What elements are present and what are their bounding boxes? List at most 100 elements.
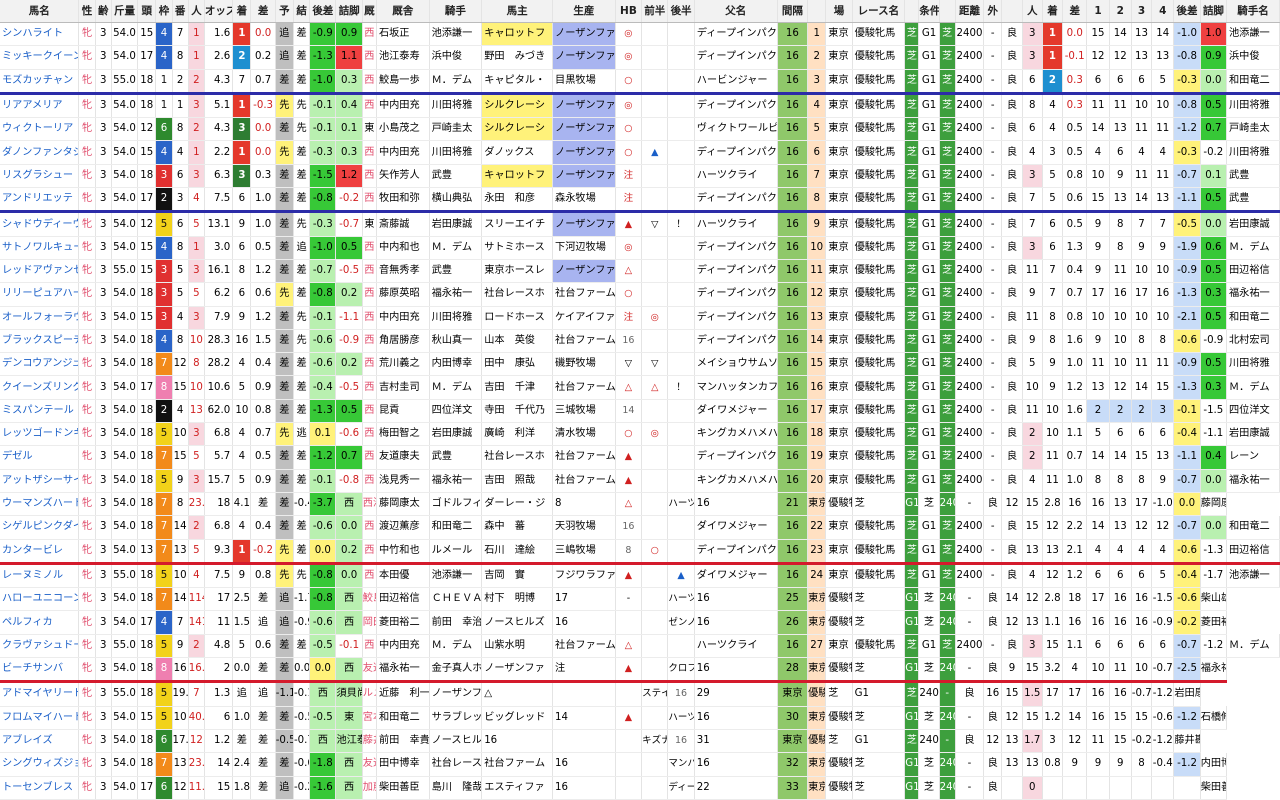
col-header-0[interactable]: 馬名 — [0, 0, 80, 23]
table-row[interactable]: レッツゴードンキ牝 3 54.0 18 5 10 3 6.8 4 0.7 先逃 0.1 -0.6 西梅田智… — [0, 422, 1280, 447]
cell-c43[interactable]: 岩田康誠 — [1226, 422, 1280, 447]
table-row[interactable]: シンハライト牝 3 54.0 15 4 7 1 1.6 1 0.0 追差 -0.9 0.9 西石坂正 池添謙… — [0, 22, 1280, 47]
cell-c43[interactable]: 川田将雅 — [1226, 140, 1280, 165]
col-header-2[interactable]: 齢 — [95, 0, 112, 23]
cell-c0[interactable]: デンコウアンジュ — [0, 352, 80, 377]
cell-c17[interactable]: 横山典弘 — [429, 187, 483, 214]
cell-c43[interactable]: レーン — [1226, 445, 1280, 470]
cell-c0[interactable]: トーセンブレス — [0, 776, 80, 800]
cell-c17[interactable]: 岩田康誠 — [429, 211, 483, 237]
col-header-40[interactable]: 4 — [1151, 0, 1175, 23]
cell-c0[interactable]: アットザシーサイド — [0, 469, 80, 493]
cell-c0[interactable]: シンハライト — [0, 22, 80, 47]
cell-c43[interactable]: 戸崎圭太 — [1226, 117, 1280, 142]
cell-c17[interactable]: 秋山真一 — [429, 329, 483, 354]
col-header-35[interactable]: 着 — [1042, 0, 1064, 23]
cell-c17[interactable]: Ｍ．デム — [429, 69, 483, 95]
cell-c0[interactable]: サトノワルキューレ — [0, 236, 80, 260]
cell-c17[interactable]: 福永祐一 — [429, 469, 483, 493]
cell-c43[interactable]: 北村宏司 — [1226, 329, 1280, 354]
col-header-7[interactable]: 人 — [188, 0, 205, 23]
table-row[interactable]: トーセンブレス牝354.01761211.5151.8差追-0.2-1.6西加藤… — [0, 776, 1280, 800]
col-header-42[interactable]: 詰脚 — [1200, 0, 1228, 23]
table-row[interactable]: ウィクトーリア牝 3 54.0 12 6 8 2 4.3 3 0.0 差先 -0.1 0.1 東小島茂之戸… — [0, 117, 1280, 142]
cell-c17[interactable]: Ｍ．デム — [429, 375, 483, 400]
table-row[interactable]: フロムマイハート牝354.01551040.761.0差差-0.5-0.5東宮本… — [0, 706, 1280, 730]
col-header-39[interactable]: 3 — [1131, 0, 1153, 23]
cell-c17[interactable]: 島川 隆哉 — [429, 776, 483, 800]
col-header-19[interactable]: 生産 — [552, 0, 616, 23]
cell-c17[interactable]: 川田将雅 — [429, 93, 483, 119]
table-row[interactable]: ビーチサンバ牝354.01881616.020.0差差0.00.0西友道康夫福永… — [0, 657, 1280, 684]
table-row[interactable]: オールフォーラヴ牝 3 54.0 15 3 4 3 7.9 9 1.2 差先 -0.1 -1.1 西中内田… — [0, 306, 1280, 330]
cell-c0[interactable]: オールフォーラヴ — [0, 306, 80, 330]
table-row[interactable]: リスグラシュー牝 3 54.0 18 3 6 3 6.3 3 0.3 差差 -1.5 1.2 西矢作芳人武… — [0, 164, 1280, 189]
col-header-41[interactable]: 後差 — [1173, 0, 1201, 23]
col-header-37[interactable]: 1 — [1086, 0, 1110, 23]
col-header-3[interactable]: 斤量 — [111, 0, 139, 23]
col-header-20[interactable]: HB — [615, 0, 643, 23]
table-row[interactable]: ダノンファンタジー牝354.0154412.210.0先差-0.30.3西中内田… — [0, 140, 1280, 165]
cell-c0[interactable]: モズカッチャン — [0, 69, 80, 95]
cell-c17[interactable]: 前田 幸治 — [429, 610, 483, 635]
cell-c43[interactable]: Ｍ．デム — [1226, 375, 1280, 400]
cell-c17[interactable]: 福永祐一 — [429, 282, 483, 307]
col-header-29[interactable]: 条件 — [918, 0, 940, 23]
cell-c17[interactable]: ルメール — [429, 539, 483, 565]
cell-c17[interactable]: 金子真人ホー — [429, 657, 483, 684]
table-row[interactable]: アブレイズ牝354.018617.6121.2差差-0.5-0.7西池江泰寿藤井… — [0, 729, 1280, 754]
cell-c43[interactable]: 福永祐一 — [1226, 282, 1280, 307]
table-row[interactable]: シゲルピンクダイヤ牝354.01871426.840.4差差-0.60.0西渡辺… — [0, 515, 1280, 540]
table-row[interactable]: ブラックスピーチ牝 3 54.0 18 4 8 10 28.3 16 1.5 差先 -0.6 -0.9 西… — [0, 329, 1280, 354]
col-header-31[interactable]: 距離 — [955, 0, 985, 23]
col-header-33[interactable] — [1001, 0, 1023, 23]
cell-c43[interactable]: Ｍ．デム — [1226, 236, 1280, 260]
cell-c17[interactable]: 池添謙一 — [429, 563, 483, 589]
cell-c43[interactable]: 田辺裕信 — [1226, 539, 1280, 565]
cell-c0[interactable]: フロムマイハート — [0, 706, 80, 730]
col-header-15[interactable]: 厩 — [362, 0, 377, 23]
table-row[interactable]: レッドアヴァンセ牝 3 55.0 15 3 5 3 16.1 8 1.2 差差 -0.7 -0.5 西音無… — [0, 259, 1280, 284]
table-row[interactable]: シングウィズジョイ牝354.01871323.4142.4差差-0.6-1.8西… — [0, 752, 1280, 777]
col-header-4[interactable]: 頭 — [137, 0, 157, 23]
table-row[interactable]: リアアメリア牝 3 54.0 18 1 1 3 5.1 1 -0.3 先先 -0.1 0.4 西中内田充川… — [0, 93, 1280, 119]
cell-c0[interactable]: クラヴァシュドール — [0, 634, 80, 659]
col-header-6[interactable]: 番 — [172, 0, 189, 23]
cell-c17[interactable]: ＣＨＥＶＡＬ — [429, 587, 483, 612]
table-row[interactable]: リリーピュアハート牝354.0183556.260.6先差-0.80.2西藤原英… — [0, 282, 1280, 307]
col-header-28[interactable] — [904, 0, 920, 23]
cell-c17[interactable]: 四位洋文 — [429, 399, 483, 424]
table-row[interactable]: クイーンズリング牝 3 54.0 17 8 15 10 10.6 5 0.9 差差 -0.4 -0.5 西… — [0, 375, 1280, 400]
cell-c0[interactable]: レッドアヴァンセ — [0, 259, 80, 284]
cell-c0[interactable]: ミッキークイーン — [0, 45, 80, 70]
cell-c43[interactable]: 浜中俊 — [1226, 45, 1280, 70]
cell-c0[interactable]: レッツゴードンキ — [0, 422, 80, 447]
col-header-18[interactable]: 馬主 — [481, 0, 554, 23]
table-row[interactable]: モズカッチャン牝 3 55.0 18 1 2 2 4.3 7 0.7 差差 -1.0 0.3 西鮫島一歩 Ｍ… — [0, 69, 1280, 95]
cell-c17[interactable]: 岩田康誠 — [429, 422, 483, 447]
table-row[interactable]: シャドウディーヴァ牝354.01256513.191.0差先-0.3-0.7東斎… — [0, 211, 1280, 237]
cell-c43[interactable]: 池添謙一 — [1226, 563, 1280, 589]
col-header-32[interactable]: 外 — [983, 0, 1003, 23]
cell-c43[interactable]: 武豊 — [1226, 164, 1280, 189]
table-row[interactable]: デゼル牝 3 54.0 18 7 15 5 5.7 4 0.5 差差 -1.2 0.7 西友道康夫 武豊 社台… — [0, 445, 1280, 470]
table-row[interactable]: ミッキークイーン牝 3 54.0 17 4 8 1 2.6 2 0.2 追差 -1.3 1.1 西池江泰寿… — [0, 45, 1280, 70]
cell-c17[interactable]: ノーザンファ — [429, 681, 483, 707]
cell-c17[interactable]: Ｍ．デム — [429, 236, 483, 260]
col-header-24[interactable]: 間隔 — [777, 0, 809, 23]
cell-c17[interactable]: サラブレッド — [429, 706, 483, 730]
cell-c43[interactable]: 川田将雅 — [1226, 352, 1280, 377]
col-header-17[interactable]: 騎手 — [429, 0, 483, 23]
cell-c17[interactable]: ノースヒルズ — [429, 729, 483, 754]
cell-c17[interactable]: 武豊 — [429, 445, 483, 470]
col-header-34[interactable]: 人 — [1022, 0, 1043, 23]
col-header-14[interactable]: 詰脚 — [335, 0, 363, 23]
cell-c43[interactable]: Ｍ．デム — [1226, 634, 1280, 659]
cell-c17[interactable]: 内田博幸 — [429, 352, 483, 377]
cell-c0[interactable]: ハローユニコーン — [0, 587, 80, 612]
cell-c43[interactable]: 和田竜二 — [1226, 515, 1280, 540]
col-header-8[interactable]: オッズ — [204, 0, 234, 23]
cell-c0[interactable]: リリーピュアハート — [0, 282, 80, 307]
cell-c0[interactable]: カンタービレ — [0, 539, 80, 565]
col-header-11[interactable]: 予 — [275, 0, 294, 23]
